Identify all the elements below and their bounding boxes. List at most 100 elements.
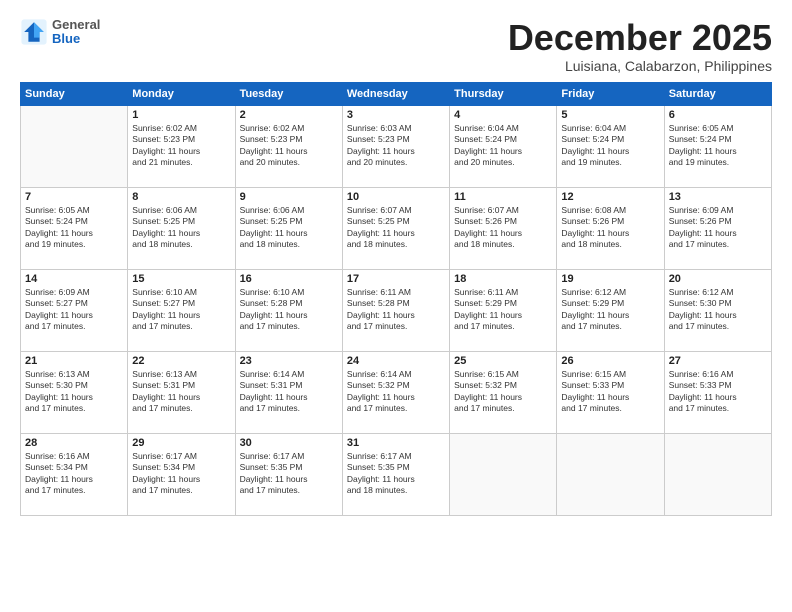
day-number: 27 bbox=[669, 355, 767, 367]
location-subtitle: Luisiana, Calabarzon, Philippines bbox=[508, 58, 772, 74]
day-info: Sunrise: 6:17 AM Sunset: 5:34 PM Dayligh… bbox=[132, 451, 230, 497]
table-row: 12Sunrise: 6:08 AM Sunset: 5:26 PM Dayli… bbox=[557, 187, 664, 269]
day-number: 29 bbox=[132, 437, 230, 449]
day-info: Sunrise: 6:12 AM Sunset: 5:30 PM Dayligh… bbox=[669, 287, 767, 333]
day-number: 5 bbox=[561, 109, 659, 121]
table-row bbox=[21, 105, 128, 187]
day-number: 8 bbox=[132, 191, 230, 203]
table-row: 26 Sunrise: 6:15 AM Sunset: 5:33 PM Dayli… bbox=[557, 351, 664, 433]
day-info: Sunrise: 6:09 AM Sunset: 5:27 PM Dayligh… bbox=[25, 287, 123, 333]
table-row: 28 Sunrise: 6:16 AM Sunset: 5:34 PM Dayli… bbox=[21, 433, 128, 515]
logo: General Blue bbox=[20, 18, 100, 47]
day-info: Sunrise: 6:10 AM Sunset: 5:27 PM Dayligh… bbox=[132, 287, 230, 333]
col-thursday: Thursday bbox=[450, 82, 557, 105]
page: General Blue December 2025 Luisiana, Cal… bbox=[0, 0, 792, 612]
calendar-week-0: 1Sunrise: 6:02 AM Sunset: 5:23 PM Daylig… bbox=[21, 105, 772, 187]
day-info: Sunrise: 6:04 AM Sunset: 5:24 PM Dayligh… bbox=[454, 123, 552, 169]
table-row: 30 Sunrise: 6:17 AM Sunset: 5:35 PM Dayli… bbox=[235, 433, 342, 515]
day-number: 4 bbox=[454, 109, 552, 121]
table-row: 4 Sunrise: 6:04 AM Sunset: 5:24 PM Daylig… bbox=[450, 105, 557, 187]
table-row bbox=[664, 433, 771, 515]
table-row: 24Sunrise: 6:14 AM Sunset: 5:32 PM Dayli… bbox=[342, 351, 449, 433]
table-row: 19 Sunrise: 6:12 AM Sunset: 5:29 PM Dayli… bbox=[557, 269, 664, 351]
day-info: Sunrise: 6:17 AM Sunset: 5:35 PM Dayligh… bbox=[240, 451, 338, 497]
table-row: 21 Sunrise: 6:13 AM Sunset: 5:30 PM Dayli… bbox=[21, 351, 128, 433]
day-info: Sunrise: 6:03 AM Sunset: 5:23 PM Dayligh… bbox=[347, 123, 445, 169]
month-title: December 2025 bbox=[508, 18, 772, 58]
table-row: 23Sunrise: 6:14 AM Sunset: 5:31 PM Dayli… bbox=[235, 351, 342, 433]
day-info: Sunrise: 6:07 AM Sunset: 5:26 PM Dayligh… bbox=[454, 205, 552, 251]
table-row: 14 Sunrise: 6:09 AM Sunset: 5:27 PM Dayli… bbox=[21, 269, 128, 351]
calendar-week-2: 14 Sunrise: 6:09 AM Sunset: 5:27 PM Dayli… bbox=[21, 269, 772, 351]
day-info: Sunrise: 6:16 AM Sunset: 5:34 PM Dayligh… bbox=[25, 451, 123, 497]
day-number: 14 bbox=[25, 273, 123, 285]
col-wednesday: Wednesday bbox=[342, 82, 449, 105]
logo-icon bbox=[20, 18, 48, 46]
day-number: 10 bbox=[347, 191, 445, 203]
day-number: 16 bbox=[240, 273, 338, 285]
calendar-week-1: 7Sunrise: 6:05 AM Sunset: 5:24 PM Daylig… bbox=[21, 187, 772, 269]
table-row: 5 Sunrise: 6:04 AM Sunset: 5:24 PM Daylig… bbox=[557, 105, 664, 187]
day-number: 23 bbox=[240, 355, 338, 367]
day-number: 2 bbox=[240, 109, 338, 121]
day-info: Sunrise: 6:15 AM Sunset: 5:32 PM Dayligh… bbox=[454, 369, 552, 415]
table-row: 27Sunrise: 6:16 AM Sunset: 5:33 PM Dayli… bbox=[664, 351, 771, 433]
table-row: 10 Sunrise: 6:07 AM Sunset: 5:25 PM Dayli… bbox=[342, 187, 449, 269]
day-number: 12 bbox=[561, 191, 659, 203]
table-row: 7Sunrise: 6:05 AM Sunset: 5:24 PM Daylig… bbox=[21, 187, 128, 269]
calendar-header-row: Sunday Monday Tuesday Wednesday Thursday… bbox=[21, 82, 772, 105]
day-info: Sunrise: 6:14 AM Sunset: 5:32 PM Dayligh… bbox=[347, 369, 445, 415]
table-row: 17Sunrise: 6:11 AM Sunset: 5:28 PM Dayli… bbox=[342, 269, 449, 351]
table-row: 20Sunrise: 6:12 AM Sunset: 5:30 PM Dayli… bbox=[664, 269, 771, 351]
day-info: Sunrise: 6:13 AM Sunset: 5:30 PM Dayligh… bbox=[25, 369, 123, 415]
col-monday: Monday bbox=[128, 82, 235, 105]
day-number: 6 bbox=[669, 109, 767, 121]
col-saturday: Saturday bbox=[664, 82, 771, 105]
table-row: 1Sunrise: 6:02 AM Sunset: 5:23 PM Daylig… bbox=[128, 105, 235, 187]
day-number: 28 bbox=[25, 437, 123, 449]
calendar-week-4: 28 Sunrise: 6:16 AM Sunset: 5:34 PM Dayli… bbox=[21, 433, 772, 515]
header: General Blue December 2025 Luisiana, Cal… bbox=[20, 18, 772, 74]
table-row: 2 Sunrise: 6:02 AM Sunset: 5:23 PM Daylig… bbox=[235, 105, 342, 187]
table-row: 15Sunrise: 6:10 AM Sunset: 5:27 PM Dayli… bbox=[128, 269, 235, 351]
table-row bbox=[450, 433, 557, 515]
day-number: 13 bbox=[669, 191, 767, 203]
logo-text: General Blue bbox=[52, 18, 100, 47]
col-tuesday: Tuesday bbox=[235, 82, 342, 105]
logo-blue: Blue bbox=[52, 32, 100, 46]
day-info: Sunrise: 6:15 AM Sunset: 5:33 PM Dayligh… bbox=[561, 369, 659, 415]
day-info: Sunrise: 6:05 AM Sunset: 5:24 PM Dayligh… bbox=[669, 123, 767, 169]
day-info: Sunrise: 6:04 AM Sunset: 5:24 PM Dayligh… bbox=[561, 123, 659, 169]
day-number: 9 bbox=[240, 191, 338, 203]
day-number: 19 bbox=[561, 273, 659, 285]
day-info: Sunrise: 6:13 AM Sunset: 5:31 PM Dayligh… bbox=[132, 369, 230, 415]
day-number: 26 bbox=[561, 355, 659, 367]
day-info: Sunrise: 6:10 AM Sunset: 5:28 PM Dayligh… bbox=[240, 287, 338, 333]
day-number: 7 bbox=[25, 191, 123, 203]
table-row: 16 Sunrise: 6:10 AM Sunset: 5:28 PM Dayli… bbox=[235, 269, 342, 351]
calendar: Sunday Monday Tuesday Wednesday Thursday… bbox=[20, 82, 772, 516]
day-number: 17 bbox=[347, 273, 445, 285]
col-sunday: Sunday bbox=[21, 82, 128, 105]
col-friday: Friday bbox=[557, 82, 664, 105]
logo-general: General bbox=[52, 18, 100, 32]
day-info: Sunrise: 6:02 AM Sunset: 5:23 PM Dayligh… bbox=[240, 123, 338, 169]
day-info: Sunrise: 6:06 AM Sunset: 5:25 PM Dayligh… bbox=[240, 205, 338, 251]
day-number: 22 bbox=[132, 355, 230, 367]
table-row: 31Sunrise: 6:17 AM Sunset: 5:35 PM Dayli… bbox=[342, 433, 449, 515]
day-info: Sunrise: 6:12 AM Sunset: 5:29 PM Dayligh… bbox=[561, 287, 659, 333]
table-row: 29 Sunrise: 6:17 AM Sunset: 5:34 PM Dayli… bbox=[128, 433, 235, 515]
table-row: 11 Sunrise: 6:07 AM Sunset: 5:26 PM Dayli… bbox=[450, 187, 557, 269]
day-number: 21 bbox=[25, 355, 123, 367]
day-number: 25 bbox=[454, 355, 552, 367]
day-number: 11 bbox=[454, 191, 552, 203]
day-info: Sunrise: 6:17 AM Sunset: 5:35 PM Dayligh… bbox=[347, 451, 445, 497]
day-number: 30 bbox=[240, 437, 338, 449]
table-row: 22 Sunrise: 6:13 AM Sunset: 5:31 PM Dayli… bbox=[128, 351, 235, 433]
table-row: 3Sunrise: 6:03 AM Sunset: 5:23 PM Daylig… bbox=[342, 105, 449, 187]
calendar-week-3: 21 Sunrise: 6:13 AM Sunset: 5:30 PM Dayli… bbox=[21, 351, 772, 433]
day-info: Sunrise: 6:06 AM Sunset: 5:25 PM Dayligh… bbox=[132, 205, 230, 251]
day-info: Sunrise: 6:07 AM Sunset: 5:25 PM Dayligh… bbox=[347, 205, 445, 251]
table-row: 6 Sunrise: 6:05 AM Sunset: 5:24 PM Daylig… bbox=[664, 105, 771, 187]
table-row: 8 Sunrise: 6:06 AM Sunset: 5:25 PM Daylig… bbox=[128, 187, 235, 269]
